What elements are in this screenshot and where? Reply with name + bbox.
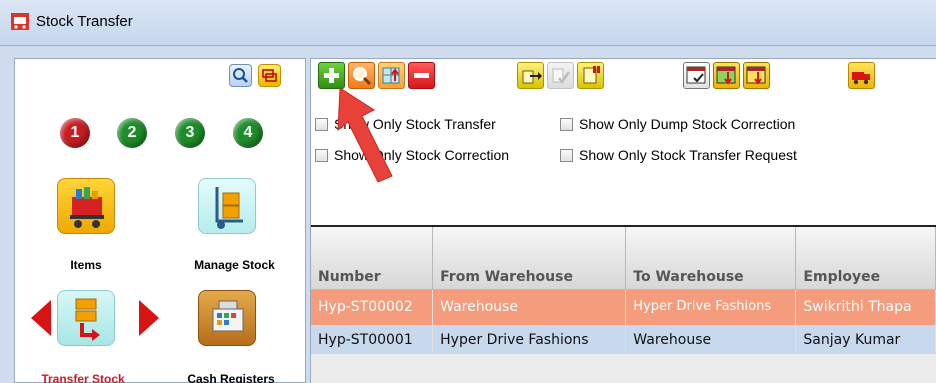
delivery-button[interactable]: [848, 62, 875, 89]
checkbox[interactable]: [560, 148, 573, 162]
transfer-stock-tile-label: Transfer Stock: [41, 372, 125, 383]
table-check-icon: [686, 66, 706, 84]
cell-to-warehouse: Warehouse: [625, 325, 797, 354]
cash-registers-tile-label: Cash Registers: [187, 372, 275, 383]
window-title: Stock Transfer: [36, 13, 133, 30]
title-bar: Stock Transfer: [0, 0, 936, 46]
document-icon: [583, 66, 600, 84]
filter-stock-transfer-request[interactable]: Show Only Stock Transfer Request: [560, 147, 797, 163]
table-check-button[interactable]: [683, 62, 710, 89]
cell-from-warehouse: Hyper Drive Fashions: [432, 325, 627, 354]
previous-arrow-icon[interactable]: [31, 300, 51, 336]
cell-number: Hyp-ST00002: [311, 289, 434, 325]
column-header-number[interactable]: Number: [311, 227, 434, 290]
export-arrow-icon: [522, 70, 542, 84]
cell-to-warehouse: Hyper Drive Fashions: [625, 289, 797, 325]
column-header-from-warehouse[interactable]: From Warehouse: [432, 227, 627, 290]
items-tile-label: Items: [70, 258, 102, 272]
transfer-table: Number From Warehouse To Warehouse Emplo…: [311, 227, 936, 354]
checkbox[interactable]: [315, 148, 328, 162]
cell-employee: Sanjay Kumar: [795, 325, 936, 354]
column-header-employee[interactable]: Employee: [795, 227, 936, 290]
manage-stock-tile-label: Manage Stock: [194, 258, 275, 272]
filter-dump-stock-correction[interactable]: Show Only Dump Stock Correction: [560, 116, 795, 132]
filter-label: Show Only Dump Stock Correction: [579, 116, 796, 132]
table-down-button[interactable]: [713, 62, 740, 89]
table-arrow-down-icon: [716, 66, 736, 85]
approve-button[interactable]: [547, 62, 574, 89]
truck-icon: [852, 72, 870, 85]
checkbox[interactable]: [315, 117, 328, 131]
next-arrow-icon[interactable]: [139, 300, 159, 336]
table-arrow-down-icon: [746, 66, 766, 85]
cell-from-warehouse: Warehouse: [432, 289, 627, 325]
column-header-to-warehouse[interactable]: To Warehouse: [625, 227, 797, 290]
export-button[interactable]: [517, 62, 544, 89]
table-row[interactable]: Hyp-ST00001 Hyper Drive Fashions Warehou…: [311, 325, 936, 354]
hand-truck-icon: [215, 187, 243, 229]
manage-stock-tile[interactable]: [198, 178, 256, 234]
cart-icon: [70, 187, 104, 228]
transfer-stock-tile[interactable]: [57, 290, 115, 346]
transfer-boxes-icon: [75, 298, 100, 341]
items-tile[interactable]: [57, 178, 115, 234]
annotation-arrow-icon: [337, 87, 393, 183]
shopping-cart-icon: [11, 13, 29, 30]
step-1-button[interactable]: 1: [60, 118, 90, 148]
step-2-button[interactable]: 2: [117, 118, 147, 148]
checkbox[interactable]: [560, 117, 573, 131]
layout-toggle-icon[interactable]: [258, 64, 281, 87]
cell-number: Hyp-ST00001: [311, 325, 434, 354]
table-row[interactable]: Hyp-ST00002 Warehouse Hyper Drive Fashio…: [311, 289, 936, 325]
cell-employee: Swikrithi Thapa: [795, 289, 936, 325]
search-icon[interactable]: [229, 64, 252, 87]
step-4-button[interactable]: 4: [233, 118, 263, 148]
filter-label: Show Only Stock Transfer Request: [579, 147, 797, 163]
print-button[interactable]: [577, 62, 604, 89]
cash-register-icon: [212, 300, 244, 332]
table-down-alt-button[interactable]: [743, 62, 770, 89]
step-3-button[interactable]: 3: [175, 118, 205, 148]
approve-check-icon: [552, 68, 571, 85]
cash-registers-tile[interactable]: [198, 290, 256, 346]
